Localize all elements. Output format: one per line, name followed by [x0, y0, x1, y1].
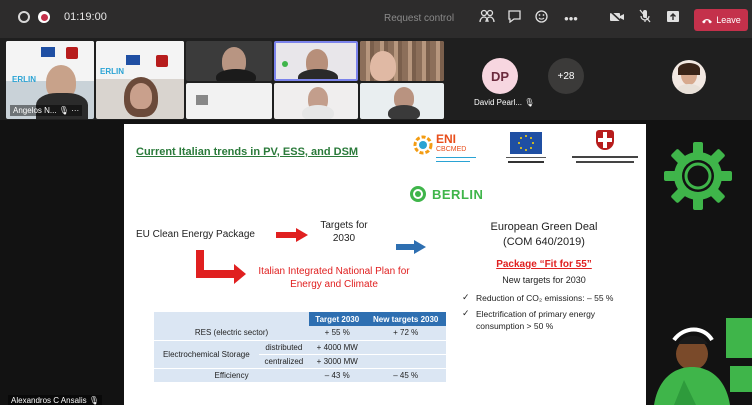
participant-tile-4[interactable]: [274, 41, 358, 81]
bullet-electrification-2: consumption > 50 %: [476, 321, 554, 331]
participant-tile-3[interactable]: [186, 41, 272, 81]
meeting-toolbar: 01:19:00 Request control ••• Leave: [0, 0, 752, 38]
chat-icon[interactable]: [503, 9, 525, 29]
green-deal-label: European Green Deal: [490, 221, 598, 233]
table-row: Efficiency – 43 % – 45 %: [154, 368, 446, 383]
presenter-name: Alexandros C Ansalis 🎙: [8, 395, 102, 405]
italian-plan-label: Italian Integrated National Plan for Ene…: [258, 266, 410, 290]
share-icon[interactable]: [662, 9, 684, 29]
participant-tile-8[interactable]: [186, 83, 272, 119]
participant-name: David Pearl... 🎙: [474, 98, 535, 107]
red-bent-arrow-icon: [196, 250, 246, 284]
bullet-electrification-1: Electrification of primary energy: [476, 309, 596, 319]
fit-for-55-label: Package “Fit for 55”: [496, 259, 592, 270]
presentation-slide: Current Italian trends in PV, ESS, and D…: [124, 124, 646, 405]
participant-tile-7[interactable]: [360, 83, 444, 119]
participant-strip: ERLIN Angelos N... 🎙 ··· ERLIN: [0, 38, 752, 120]
sardinia-region-logo: [568, 130, 642, 170]
berlin-logo-icon: [410, 186, 426, 202]
berlin-logo: BERLIN: [410, 186, 483, 202]
people-icon[interactable]: [476, 9, 498, 29]
red-arrow-icon: [276, 228, 308, 242]
targets-table: Target 2030 New targets 2030 RES (electr…: [154, 312, 446, 383]
meeting-timer: 01:19:00: [64, 11, 107, 23]
mic-off-icon[interactable]: [634, 9, 656, 29]
camera-off-icon[interactable]: [606, 9, 628, 29]
table-header: New targets 2030: [365, 312, 446, 326]
more-icon[interactable]: •••: [560, 9, 582, 29]
table-row: Electrochemical Storage distributed + 40…: [154, 340, 446, 369]
eu-flag-logo: [504, 130, 548, 170]
recording-icon: [38, 11, 50, 23]
bullet-co2: Reduction of CO₂ emissions: – 55 %: [476, 293, 614, 303]
new-targets-label: New targets for 2030: [502, 275, 586, 285]
leave-button[interactable]: Leave: [694, 9, 748, 31]
teams-meeting-window: 01:19:00 Request control ••• Leave ERLIN…: [0, 0, 752, 405]
toolbar-left: 01:19:00: [18, 11, 107, 23]
table-header: Target 2030: [309, 312, 366, 326]
gear-icon: [664, 142, 732, 210]
request-control-button[interactable]: Request control: [384, 13, 454, 24]
participant-tile-5[interactable]: [360, 41, 444, 81]
phone-icon: [702, 18, 713, 23]
leave-label: Leave: [716, 15, 741, 25]
reactions-icon[interactable]: [530, 9, 552, 29]
overflow-participants-button[interactable]: +28: [548, 58, 584, 94]
avatar[interactable]: [672, 60, 706, 94]
blue-arrow-icon: [396, 240, 426, 254]
slide-title: Current Italian trends in PV, ESS, and D…: [136, 146, 359, 158]
targets-2030-label: Targets for 2030: [320, 220, 368, 244]
table-header-row: Target 2030 New targets 2030: [154, 312, 446, 326]
green-deal-ref: (COM 640/2019): [503, 236, 585, 248]
check-icon: ✓: [462, 308, 470, 318]
person-illustration: [654, 318, 752, 405]
eu-clean-energy-label: EU Clean Energy Package: [136, 229, 255, 240]
participant-tile-6[interactable]: [274, 83, 358, 119]
shield-icon: [18, 11, 30, 23]
participant-tile-2[interactable]: ERLIN: [96, 41, 184, 119]
avatar[interactable]: DP: [482, 58, 518, 94]
table-row: RES (electric sector) + 55 % + 72 %: [154, 326, 446, 341]
eni-cbcmed-logo: ENI CBCMED: [412, 130, 482, 172]
participant-tile-1[interactable]: ERLIN Angelos N... 🎙 ···: [6, 41, 94, 119]
check-icon: ✓: [462, 292, 470, 302]
participant-name: Angelos N... 🎙 ···: [10, 105, 83, 116]
